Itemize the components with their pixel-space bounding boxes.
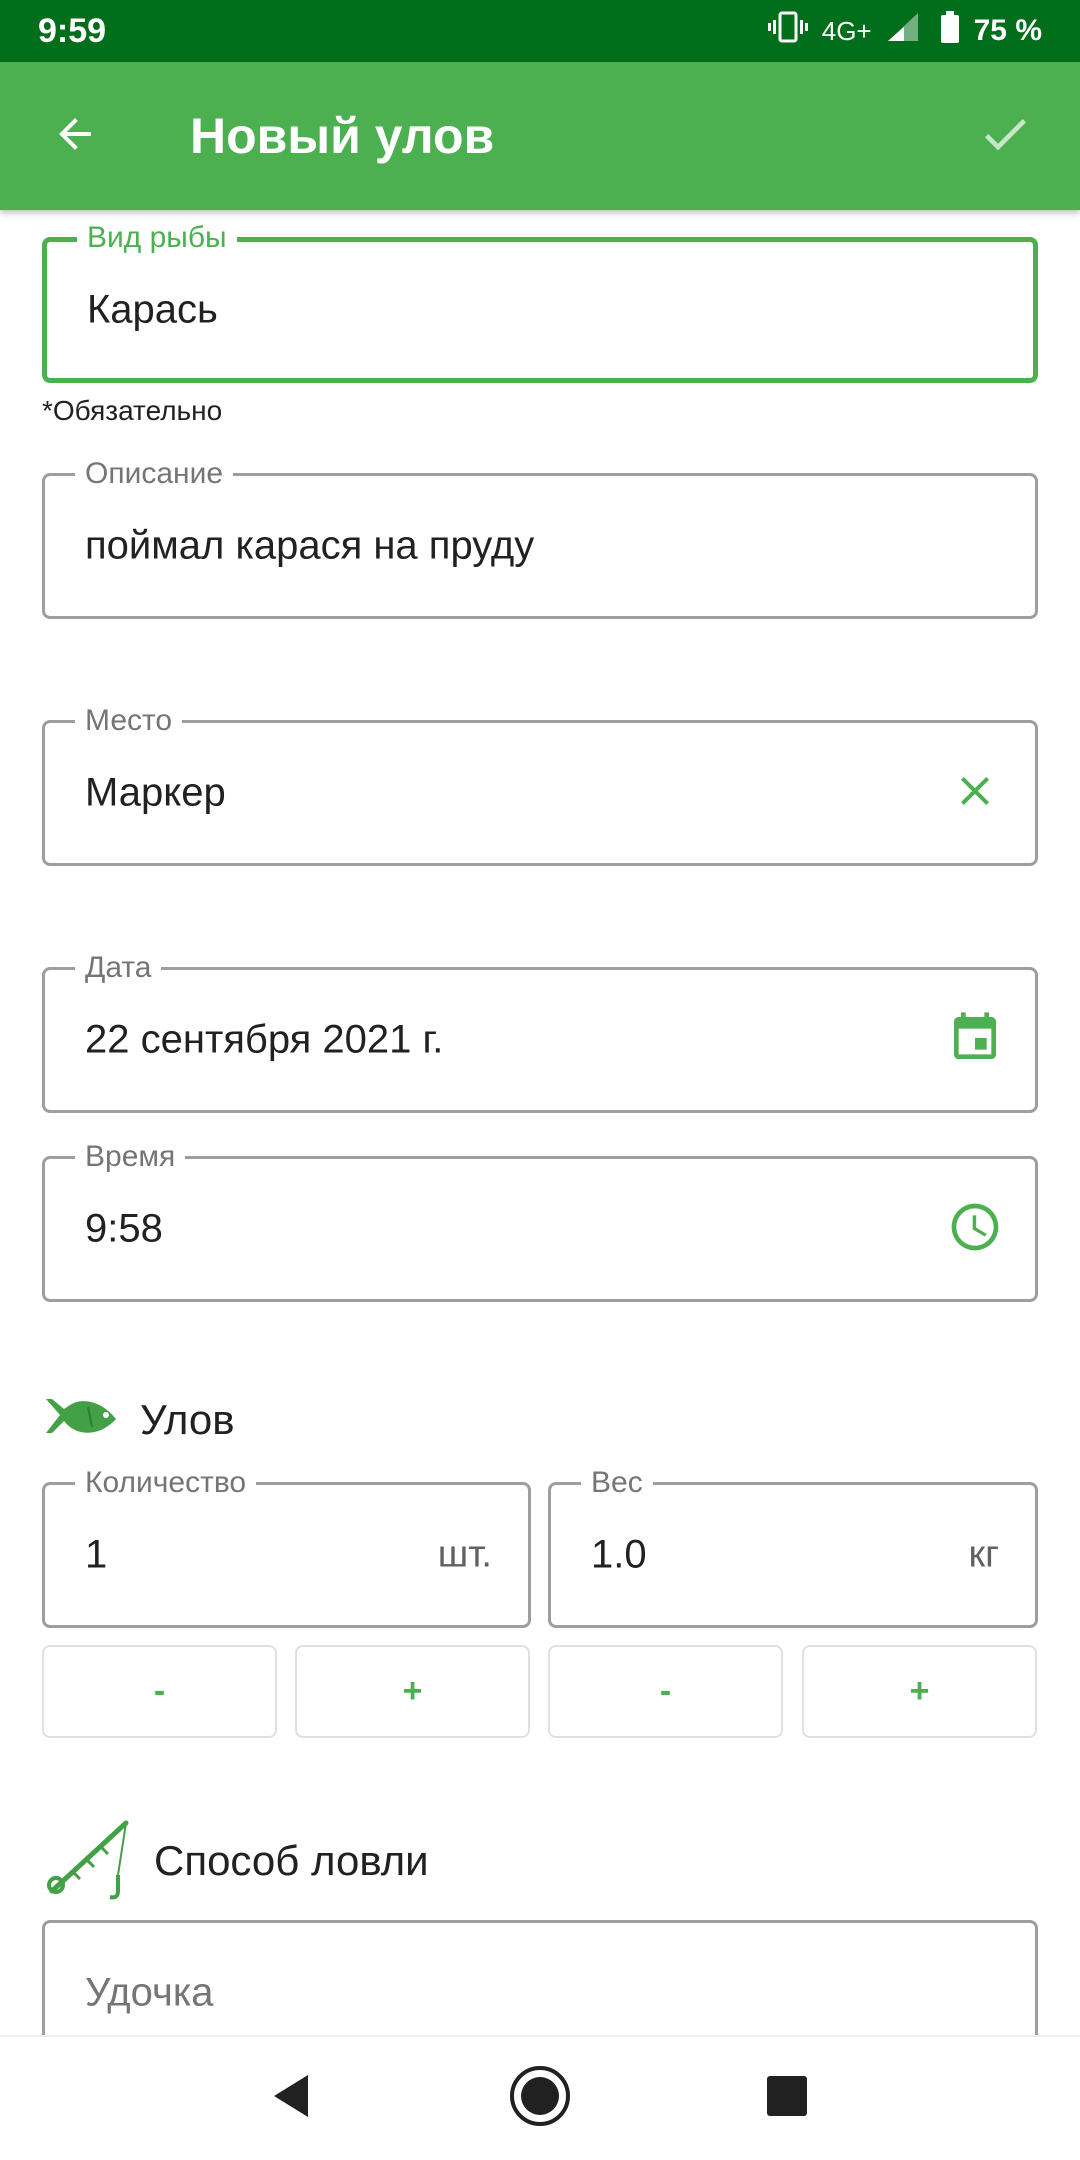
quantity-minus-button[interactable]: -: [42, 1645, 277, 1738]
battery-icon: [940, 11, 960, 51]
battery-level: 75 %: [973, 14, 1042, 47]
fish-type-value: Карась: [87, 287, 218, 332]
catch-section-title: Улов: [140, 1395, 235, 1443]
fish-type-label: Вид рыбы: [77, 221, 237, 255]
quantity-value: 1: [85, 1532, 108, 1577]
catch-section-header: Улов: [42, 1393, 235, 1446]
fish-type-field[interactable]: Вид рыбы Карась: [42, 221, 1038, 383]
signal-icon: [886, 11, 926, 51]
nav-back-icon: [268, 2071, 318, 2126]
description-field[interactable]: Описание поймал карася на пруду: [42, 457, 1038, 619]
status-time: 9:59: [38, 11, 107, 50]
back-button[interactable]: [0, 62, 150, 210]
clock-icon: [947, 1199, 1003, 1260]
date-value: 22 сентября 2021 г.: [85, 1017, 444, 1062]
method-section-header: Способ ловли: [42, 1815, 429, 1906]
form-content[interactable]: Вид рыбы Карась *Обязательно Описание по…: [0, 210, 1080, 2035]
quantity-plus-button[interactable]: +: [295, 1645, 530, 1738]
clear-place-button[interactable]: [945, 763, 1005, 823]
nav-home-icon: [508, 2064, 572, 2133]
quantity-unit: шт.: [437, 1533, 492, 1576]
place-value: Маркер: [85, 770, 226, 815]
app-bar: Новый улов: [0, 62, 1080, 210]
method-section-title: Способ ловли: [154, 1836, 429, 1884]
fishing-method-placeholder: Удочка: [85, 1970, 214, 2015]
weight-plus-button[interactable]: +: [802, 1645, 1037, 1738]
system-nav-bar: [0, 2035, 1080, 2160]
weight-label: Вес: [581, 1466, 653, 1500]
weight-field[interactable]: Вес 1.0 кг: [548, 1466, 1038, 1628]
vibrate-icon: [767, 11, 808, 51]
description-value: поймал карася на пруду: [85, 523, 535, 568]
nav-recents-button[interactable]: [737, 2049, 837, 2149]
time-picker-button[interactable]: [945, 1199, 1005, 1259]
clear-icon: [951, 767, 999, 820]
time-value: 9:58: [85, 1206, 163, 1251]
status-bar: 9:59 4G+ 75 %: [0, 0, 1080, 62]
nav-recents-icon: [765, 2074, 809, 2123]
weight-value: 1.0: [591, 1532, 647, 1577]
fishing-rod-icon: [42, 1815, 134, 1906]
date-field[interactable]: Дата 22 сентября 2021 г.: [42, 951, 1038, 1113]
network-type: 4G+: [821, 15, 872, 46]
back-arrow-icon: [51, 110, 99, 163]
nav-back-button[interactable]: [243, 2049, 343, 2149]
place-label: Место: [75, 704, 183, 738]
required-helper-text: *Обязательно: [42, 395, 223, 426]
weight-minus-button[interactable]: -: [548, 1645, 783, 1738]
date-picker-button[interactable]: [945, 1010, 1005, 1070]
place-field[interactable]: Место Маркер: [42, 704, 1038, 866]
description-label: Описание: [75, 457, 234, 491]
date-label: Дата: [75, 951, 162, 985]
weight-unit: кг: [968, 1533, 1000, 1576]
page-title: Новый улов: [190, 108, 495, 164]
nav-home-button[interactable]: [490, 2049, 590, 2149]
fish-icon: [42, 1393, 120, 1446]
status-icons: 4G+ 75 %: [767, 11, 1042, 51]
check-icon: [977, 106, 1033, 167]
quantity-field[interactable]: Количество 1 шт.: [42, 1466, 531, 1628]
save-button[interactable]: [930, 62, 1080, 210]
quantity-label: Количество: [75, 1466, 257, 1500]
calendar-icon: [947, 1010, 1003, 1071]
time-field[interactable]: Время 9:58: [42, 1140, 1038, 1302]
fishing-method-field[interactable]: Удочка: [42, 1920, 1038, 2035]
time-label: Время: [75, 1140, 186, 1174]
